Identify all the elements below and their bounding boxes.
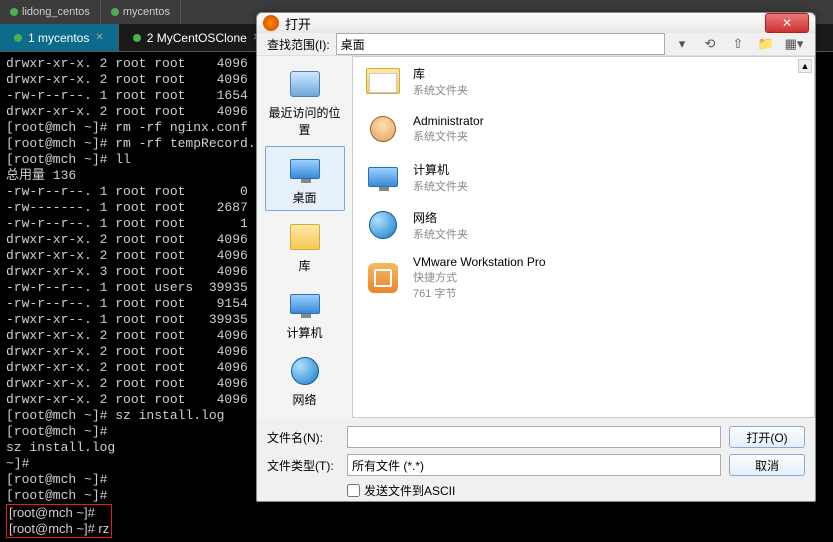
lookin-combo[interactable]: [336, 33, 665, 55]
session-tab-2[interactable]: 2 MyCentOSClone✕: [119, 24, 276, 51]
filetype-combo[interactable]: [347, 454, 721, 476]
user-icon: [370, 116, 396, 142]
new-folder-icon[interactable]: 📁: [755, 33, 777, 55]
dropdown-icon[interactable]: ▾: [671, 33, 693, 55]
globe-icon: [369, 211, 397, 239]
lib-icon: [290, 224, 320, 250]
search-icon: [290, 71, 320, 97]
filename-label: 文件名(N):: [267, 429, 339, 446]
sidebar-item[interactable]: 最近访问的位置: [265, 62, 345, 142]
dialog-icon: [263, 15, 279, 31]
lookin-label: 查找范围(I):: [267, 36, 330, 53]
filename-input[interactable]: [347, 426, 721, 448]
vmware-icon: [368, 263, 398, 293]
dialog-title: 打开: [285, 14, 765, 33]
sidebar-item[interactable]: 库: [265, 215, 345, 278]
monitor-icon: [290, 159, 320, 179]
file-item[interactable]: 计算机系统文件夹: [353, 153, 814, 201]
scroll-up-icon[interactable]: ▲: [798, 59, 812, 73]
ascii-label: 发送文件到ASCII: [364, 482, 455, 499]
up-icon[interactable]: ⇧: [727, 33, 749, 55]
view-icon[interactable]: ▦▾: [783, 33, 805, 55]
session-tab-1[interactable]: 1 mycentos✕: [0, 24, 119, 51]
sidebar-item[interactable]: 桌面: [265, 146, 345, 211]
file-item[interactable]: 网络系统文件夹: [353, 201, 814, 249]
close-icon[interactable]: ✕: [95, 32, 103, 43]
open-file-dialog: 打开 ✕ 查找范围(I): ▾ ⟲ ⇧ 📁 ▦▾ 最近访问的位置桌面库计算机网络…: [256, 12, 816, 502]
dialog-toolbar: 查找范围(I): ▾ ⟲ ⇧ 📁 ▦▾: [257, 33, 815, 55]
dialog-titlebar[interactable]: 打开 ✕: [257, 13, 815, 33]
filetype-label: 文件类型(T):: [267, 457, 339, 474]
status-dot-icon: [10, 8, 18, 16]
top-tab[interactable]: lidong_centos: [0, 0, 101, 24]
open-button[interactable]: 打开(O): [729, 426, 805, 448]
file-item[interactable]: 库系统文件夹: [353, 57, 814, 105]
sidebar-item[interactable]: 网络: [265, 349, 345, 412]
status-dot-icon: [111, 8, 119, 16]
monitor-icon: [368, 167, 398, 187]
ascii-checkbox[interactable]: [347, 484, 360, 497]
top-tab[interactable]: mycentos: [101, 0, 181, 24]
status-dot-icon: [133, 34, 141, 42]
cancel-button[interactable]: 取消: [729, 454, 805, 476]
dialog-bottom: 文件名(N): 打开(O) 文件类型(T): 取消 发送文件到ASCII: [257, 418, 815, 507]
file-list[interactable]: ▲ 库系统文件夹Administrator系统文件夹计算机系统文件夹网络系统文件…: [352, 56, 815, 418]
close-button[interactable]: ✕: [765, 13, 809, 33]
status-dot-icon: [14, 34, 22, 42]
file-item[interactable]: VMware Workstation Pro快捷方式761 字节: [353, 249, 814, 307]
file-item[interactable]: Administrator系统文件夹: [353, 105, 814, 153]
sidebar-item[interactable]: 计算机: [265, 282, 345, 345]
folder-open-icon: [366, 68, 400, 94]
places-sidebar: 最近访问的位置桌面库计算机网络: [257, 56, 352, 418]
back-icon[interactable]: ⟲: [699, 33, 721, 55]
monitor-icon: [290, 294, 320, 314]
globe-icon: [291, 357, 319, 385]
highlighted-command: [root@mch ~]# [root@mch ~]# rz: [6, 504, 112, 538]
